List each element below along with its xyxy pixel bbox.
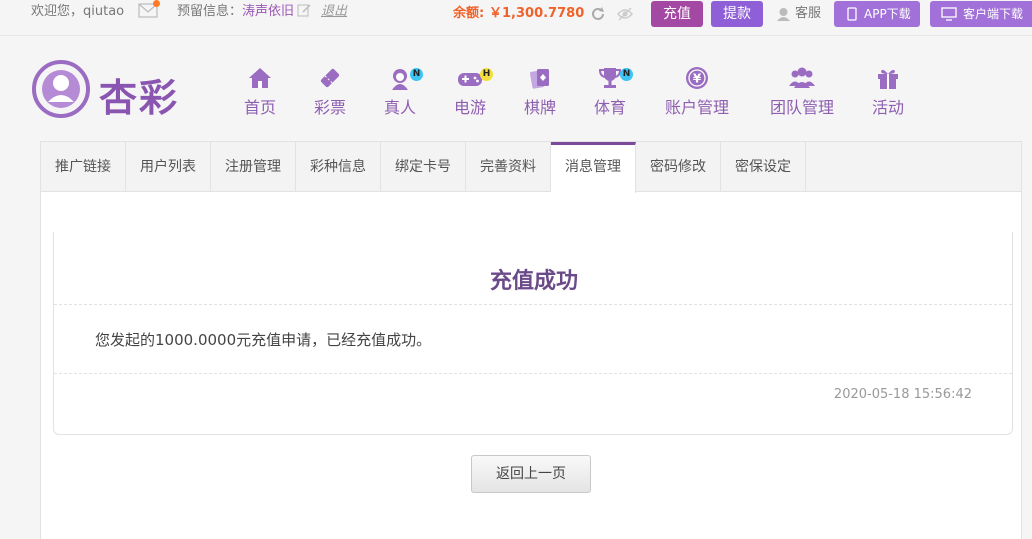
live-dealer-icon <box>392 69 408 90</box>
nav-label: 团队管理 <box>769 98 834 117</box>
nav-label: 电游 <box>453 98 486 117</box>
nav-promotions[interactable]: 活动 <box>868 66 908 118</box>
withdraw-button[interactable]: 提款 <box>711 1 763 27</box>
client-download-label: 客户端下载 <box>963 7 1024 21</box>
gift-icon <box>878 69 898 89</box>
new-badge: N <box>620 68 633 81</box>
team-icon <box>789 67 815 88</box>
customer-service-link[interactable]: 客服 <box>795 6 821 22</box>
nav-chess-cards[interactable]: 棋牌 <box>520 66 560 118</box>
home-icon <box>249 68 271 88</box>
tab-lottery-info[interactable]: 彩种信息 <box>296 142 381 192</box>
trophy-icon <box>598 68 622 88</box>
message-timestamp: 2020-05-18 15:56:42 <box>833 387 972 402</box>
app-download-label: APP下载 <box>864 7 911 21</box>
refresh-icon[interactable] <box>589 5 607 23</box>
message-card: 充值成功 您发起的1000.0000元充值申请，已经充值成功。 2020-05-… <box>53 232 1013 435</box>
hot-badge: H <box>480 68 493 81</box>
lottery-icon <box>320 68 340 88</box>
svg-text:¥: ¥ <box>693 72 702 86</box>
edit-icon[interactable] <box>297 3 311 17</box>
nav-label: 真人 <box>383 98 416 117</box>
gamepad-icon <box>458 73 482 86</box>
logo-text: 杏彩 <box>99 75 180 120</box>
hide-balance-icon[interactable] <box>616 5 634 23</box>
tab-bind-card[interactable]: 绑定卡号 <box>381 142 466 192</box>
message-title: 充值成功 <box>489 269 578 294</box>
balance-value: ￥1,300.7780 <box>489 6 585 21</box>
tab-password[interactable]: 密码修改 <box>636 142 721 192</box>
nav-label: 体育 <box>593 98 626 117</box>
notice-label: 预留信息： <box>177 4 243 19</box>
divider <box>54 304 1012 305</box>
nav-label: 活动 <box>871 98 904 117</box>
nav-label: 首页 <box>243 98 276 117</box>
cards-icon <box>529 69 549 89</box>
top-bar: 欢迎您，qiutao 预留信息： 涛声依旧 退出 余额: ￥1,300.7780… <box>0 0 1032 36</box>
tab-security-question[interactable]: 密保设定 <box>721 142 806 192</box>
main-panel: 推广链接 用户列表 注册管理 彩种信息 绑定卡号 完善资料 消息管理 密码修改 … <box>40 141 1022 539</box>
notice-value: 涛声依旧 <box>242 4 295 19</box>
balance-label: 余额: <box>453 6 485 21</box>
unread-dot <box>153 0 160 7</box>
back-button[interactable]: 返回上一页 <box>471 455 591 493</box>
account-tabs: 推广链接 用户列表 注册管理 彩种信息 绑定卡号 完善资料 消息管理 密码修改 … <box>41 142 1021 193</box>
nav-account-management[interactable]: ¥ 账户管理 <box>661 66 733 118</box>
nav-team-management[interactable]: 团队管理 <box>766 66 838 118</box>
client-download-button[interactable]: 客户端下载 <box>930 1 1032 27</box>
nav-label: 彩票 <box>313 98 346 117</box>
nav-label: 账户管理 <box>664 98 729 117</box>
welcome-text: 欢迎您，qiutao <box>31 4 125 19</box>
recharge-button[interactable]: 充值 <box>651 1 703 27</box>
divider <box>54 373 1012 374</box>
tab-promo-link[interactable]: 推广链接 <box>41 142 126 192</box>
customer-service-icon[interactable] <box>776 6 791 21</box>
nav-home[interactable]: 首页 <box>240 66 280 118</box>
tab-messages[interactable]: 消息管理 <box>551 142 636 193</box>
monitor-icon <box>941 7 957 21</box>
nav-lottery[interactable]: 彩票 <box>310 66 350 118</box>
mail-icon[interactable] <box>138 0 160 18</box>
phone-icon <box>847 7 857 21</box>
nav-sports[interactable]: N 体育 <box>590 66 633 118</box>
message-body: 您发起的1000.0000元充值申请，已经充值成功。 <box>95 331 432 349</box>
tab-user-list[interactable]: 用户列表 <box>126 142 211 192</box>
new-badge: N <box>410 68 423 81</box>
logo-emblem-icon <box>32 60 90 118</box>
nav-egames[interactable]: H 电游 <box>450 66 493 118</box>
nav-live-casino[interactable]: N 真人 <box>380 66 423 118</box>
logout-link[interactable]: 退出 <box>321 4 347 20</box>
tab-profile[interactable]: 完善资料 <box>466 142 551 192</box>
nav-label: 棋牌 <box>523 98 556 117</box>
tab-registration[interactable]: 注册管理 <box>211 142 296 192</box>
app-download-button[interactable]: APP下载 <box>834 1 920 27</box>
yen-coin-icon: ¥ <box>686 67 708 89</box>
